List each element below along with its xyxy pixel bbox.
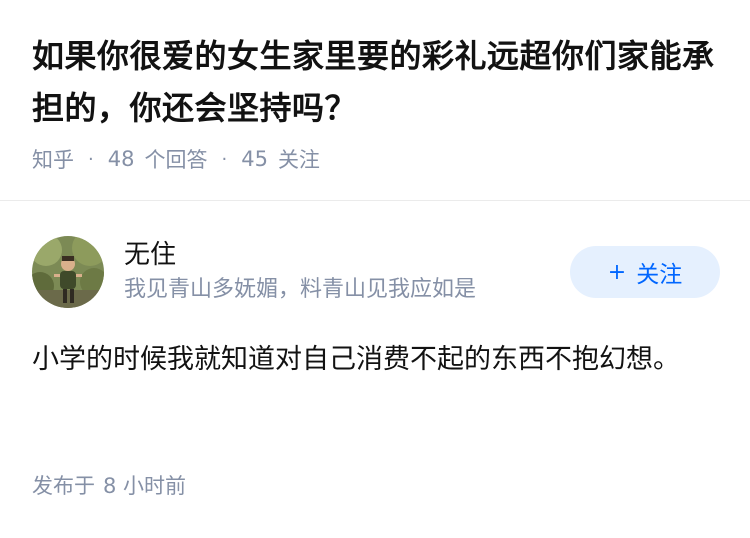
follow-button[interactable]: + 关注 [570, 246, 720, 298]
followers-label: 关注 [277, 148, 320, 172]
author-bio: 我见青山多妩媚，料青山见我应如是 [124, 277, 477, 302]
answers-count: 48 [107, 147, 135, 171]
section-divider [0, 200, 750, 201]
avatar-image [32, 236, 104, 308]
answer-content[interactable]: 小学的时候我就知道对自己消费不起的东西不抱幻想。 [32, 336, 712, 384]
time-prefix: 发布于 [32, 474, 95, 498]
author-row: 无住 我见青山多妩媚，料青山见我应如是 + 关注 [32, 234, 720, 310]
author-name[interactable]: 无住 [124, 238, 570, 272]
source-label[interactable]: 知乎 [32, 144, 74, 174]
answer-time: 发布于 8 小时前 [32, 470, 186, 500]
time-value: 8 小时前 [103, 474, 187, 498]
follow-label: 关注 [636, 262, 683, 288]
answers-label[interactable]: 个回答 [144, 144, 207, 174]
plus-icon: + [607, 259, 627, 285]
question-header: 如果你很爱的女生家里要的彩礼远超你们家能承担的，你还会坚持吗？ 知乎 · 48 … [32, 30, 722, 174]
author-avatar[interactable] [32, 236, 104, 308]
question-meta: 知乎 · 48 个回答 · 45 关注 [32, 144, 722, 174]
meta-separator: · [221, 148, 228, 170]
followers-count: 45 [241, 147, 268, 171]
question-title[interactable]: 如果你很爱的女生家里要的彩礼远超你们家能承担的，你还会坚持吗？ [32, 30, 722, 134]
meta-separator: · [88, 148, 94, 170]
answer-card: 无住 我见青山多妩媚，料青山见我应如是 + 关注 小学的时候我就知道对自己消费不… [32, 234, 720, 384]
author-info: 无住 我见青山多妩媚，料青山见我应如是 [124, 238, 570, 306]
